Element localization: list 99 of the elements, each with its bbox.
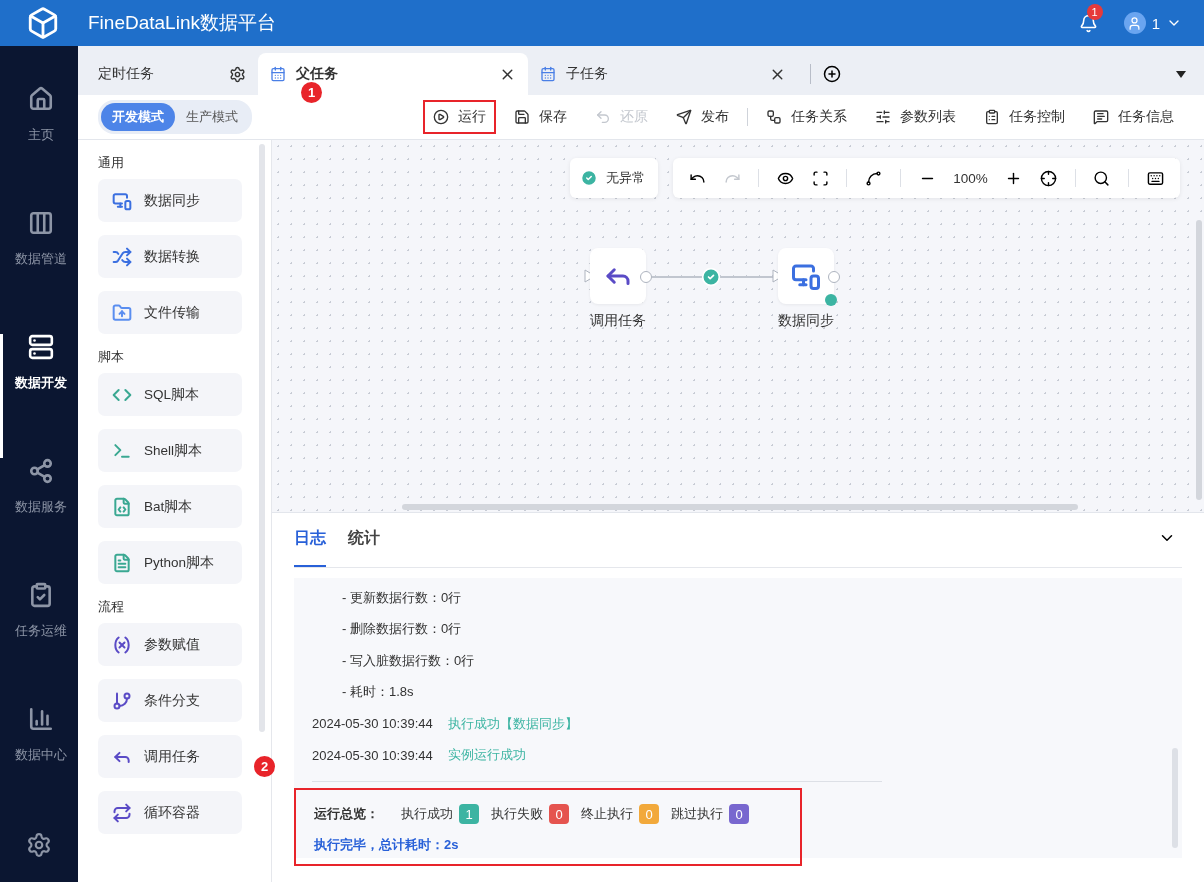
log-line: - 耗时：1.8s <box>342 683 414 702</box>
fit-icon[interactable] <box>811 169 829 187</box>
branch-icon <box>112 690 132 711</box>
mode-button[interactable]: 开发模式 <box>101 103 175 131</box>
scrollbar[interactable] <box>1172 748 1178 848</box>
avatar-icon[interactable] <box>1123 12 1146 34</box>
sliders-icon <box>875 109 891 125</box>
count-label: 执行成功 <box>401 805 453 823</box>
palette-item[interactable]: 文件传输 <box>98 291 242 334</box>
palette-item[interactable]: 数据转换 <box>98 235 242 278</box>
palette-item[interactable]: Bat脚本 <box>98 485 242 528</box>
shuffle-icon <box>112 246 132 267</box>
calendar-icon <box>540 66 556 82</box>
save-icon <box>514 109 530 125</box>
scrollbar[interactable] <box>259 144 265 732</box>
toolbar-button[interactable]: 运行 <box>423 100 496 134</box>
toolbar-button[interactable]: 任务控制 <box>974 100 1075 134</box>
settings-icon[interactable] <box>229 65 246 83</box>
count-label: 跳过执行 <box>671 805 723 823</box>
add-tab-icon[interactable] <box>823 65 841 83</box>
repeat-icon <box>112 802 132 823</box>
scrollbar[interactable] <box>402 504 1078 510</box>
count-badge: 0 <box>729 804 749 824</box>
zoom-level: 100% <box>953 170 988 186</box>
flow-node[interactable] <box>590 248 646 304</box>
toolbar-button[interactable]: 发布 <box>666 100 739 134</box>
nav-item[interactable]: 数据中心 <box>0 706 78 830</box>
tab[interactable]: 子任务 <box>528 53 798 95</box>
toolbar-button[interactable]: 任务关系 <box>756 100 857 134</box>
palette-item[interactable]: Python脚本 <box>98 541 242 584</box>
status-dot <box>825 294 837 306</box>
relation-icon <box>766 109 782 125</box>
dropdown-icon[interactable] <box>1176 70 1186 78</box>
undo-icon <box>595 109 611 125</box>
tab[interactable]: 统计 <box>348 528 380 567</box>
palette-item[interactable]: SQL脚本 <box>98 373 242 416</box>
node-label: 数据同步 <box>777 312 835 330</box>
count-label: 执行失败 <box>491 805 543 823</box>
count-badge: 0 <box>639 804 659 824</box>
nav-item[interactable]: 数据服务 <box>0 458 78 582</box>
logo-icon <box>26 6 60 40</box>
flow-node[interactable] <box>778 248 834 304</box>
user-name[interactable]: 1 <box>1151 14 1160 32</box>
count-badge: 1 <box>459 804 479 824</box>
folder-icon <box>112 302 132 323</box>
keyboard-icon[interactable] <box>1146 169 1164 187</box>
tab[interactable]: 日志 <box>294 528 326 567</box>
status-text: 无异常 <box>606 169 645 187</box>
count-label: 终止执行 <box>581 805 633 823</box>
group-title: 流程 <box>98 598 125 616</box>
nav-item[interactable]: 数据管道 <box>0 210 78 334</box>
nav-icon <box>27 458 54 484</box>
nav-icon <box>27 334 54 360</box>
tab[interactable]: 定时任务 <box>78 53 258 95</box>
toolbar-button[interactable]: 保存 <box>504 100 577 134</box>
result-text: 执行完毕，总计耗时：2s <box>314 836 460 854</box>
palette-item[interactable]: 参数赋值 <box>98 623 242 666</box>
nav-icon <box>27 210 54 236</box>
group-title: 脚本 <box>98 348 125 366</box>
toolbar-button[interactable]: 参数列表 <box>865 100 966 134</box>
palette-item[interactable]: 调用任务 <box>98 735 242 778</box>
palette-item[interactable]: 数据同步 <box>98 179 242 222</box>
mode-button[interactable]: 生产模式 <box>175 103 249 131</box>
palette-item[interactable]: 条件分支 <box>98 679 242 722</box>
play-icon <box>433 109 449 125</box>
count-badge: 0 <box>549 804 569 824</box>
log-line: - 删除数据行数：0行 <box>342 620 462 639</box>
node-label: 调用任务 <box>589 312 647 330</box>
settings-icon[interactable] <box>26 832 52 858</box>
log-line: - 写入脏数据行数：0行 <box>342 651 475 670</box>
notification-badge: 1 <box>1086 3 1103 20</box>
log-time: 2024-05-30 10:39:44 <box>312 716 433 732</box>
log-time: 2024-05-30 10:39:44 <box>312 747 433 763</box>
toolbar-button[interactable]: 任务信息 <box>1083 100 1184 134</box>
palette-item[interactable]: Shell脚本 <box>98 429 242 472</box>
nav-item[interactable]: 主页 <box>0 86 78 210</box>
calendar-icon <box>270 66 286 82</box>
clipboard-icon <box>984 109 1000 125</box>
check-icon <box>580 169 598 187</box>
group-title: 通用 <box>98 154 125 172</box>
log-message: 实例运行成功 <box>447 746 526 765</box>
log-message: 执行成功【数据同步】 <box>447 714 578 733</box>
message-icon <box>1093 109 1109 125</box>
send-icon <box>676 109 692 125</box>
log-line: - 更新数据行数：0行 <box>342 588 462 607</box>
monitor-icon <box>112 190 132 211</box>
connector-icon[interactable] <box>865 169 883 187</box>
variable-icon <box>112 634 132 655</box>
nav-item[interactable]: 任务运维 <box>0 582 78 706</box>
nav-icon <box>27 706 54 732</box>
app-title: FineDataLink数据平台 <box>88 11 277 35</box>
nav-icon <box>27 86 54 112</box>
summary-label: 运行总览： <box>314 805 379 823</box>
file-icon <box>112 552 132 573</box>
locate-icon[interactable] <box>1040 169 1058 187</box>
palette-item[interactable]: 循环容器 <box>98 791 242 834</box>
scrollbar[interactable] <box>1196 220 1202 500</box>
search-icon[interactable] <box>1093 169 1111 187</box>
file-icon <box>112 496 132 517</box>
